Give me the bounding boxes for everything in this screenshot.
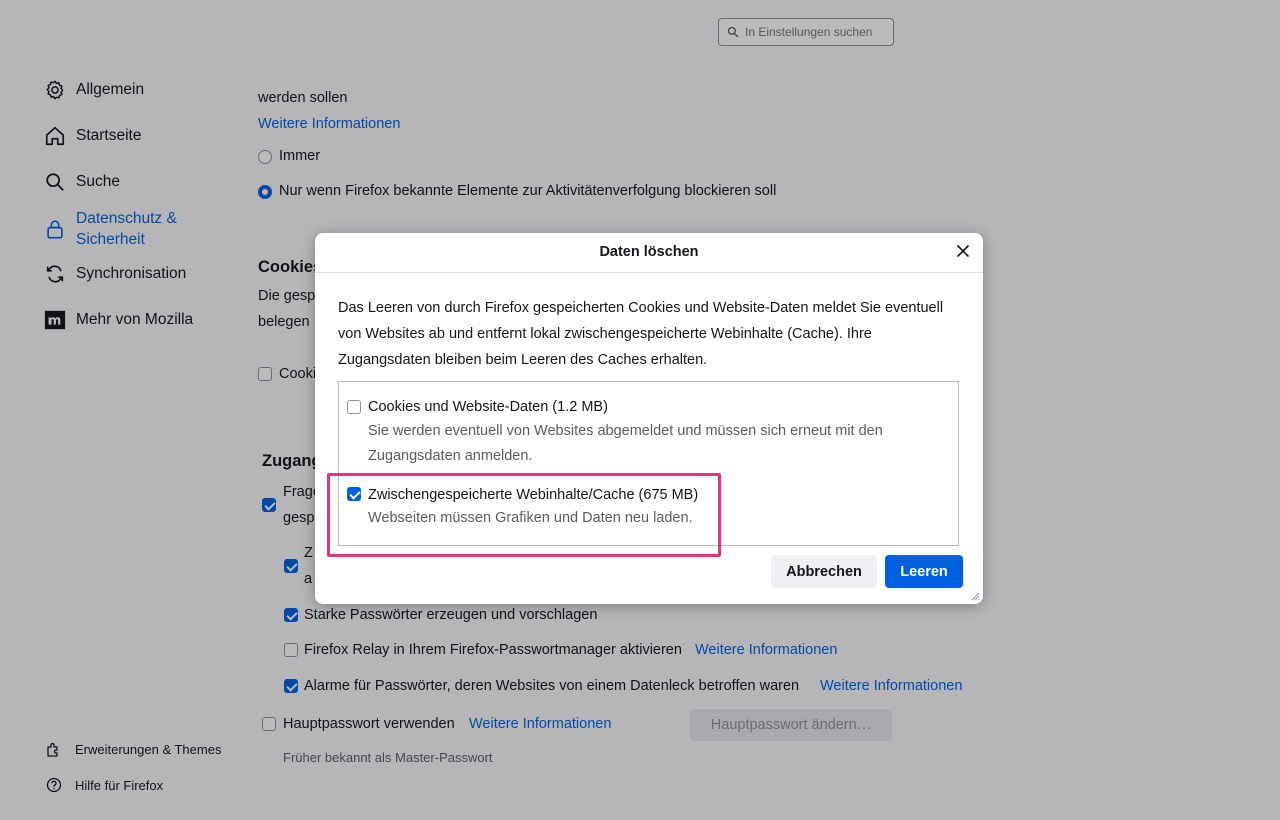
dialog-description: Das Leeren von durch Firefox gespeichert… [338, 295, 968, 373]
dialog-description-line: Das Leeren von durch Firefox gespeichert… [338, 300, 944, 316]
item-description-line: Zugangsdaten anmelden. [368, 448, 533, 464]
item-description-line: Sie werden eventuell von Websites abgeme… [368, 423, 883, 439]
dialog-description-line: Zugangsdaten bleiben beim Leeren des Cac… [338, 352, 708, 368]
cookies-site-data-checkbox[interactable] [347, 400, 361, 414]
cookies-site-data-description: Sie werden eventuell von Websites abgeme… [368, 419, 883, 469]
cookies-site-data-label: Cookies und Website-Daten (1.2 MB) [368, 399, 608, 415]
cancel-button[interactable]: Abbrechen [771, 555, 877, 588]
clear-button[interactable]: Leeren [885, 555, 963, 588]
resize-grip-icon[interactable] [970, 591, 980, 601]
dialog-divider [315, 272, 983, 273]
dialog-title: Daten löschen [599, 244, 699, 260]
close-icon[interactable] [955, 243, 971, 259]
dialog-description-line: von Websites ab und entfernt lokal zwisc… [338, 326, 872, 342]
cache-highlight-box [327, 473, 721, 557]
